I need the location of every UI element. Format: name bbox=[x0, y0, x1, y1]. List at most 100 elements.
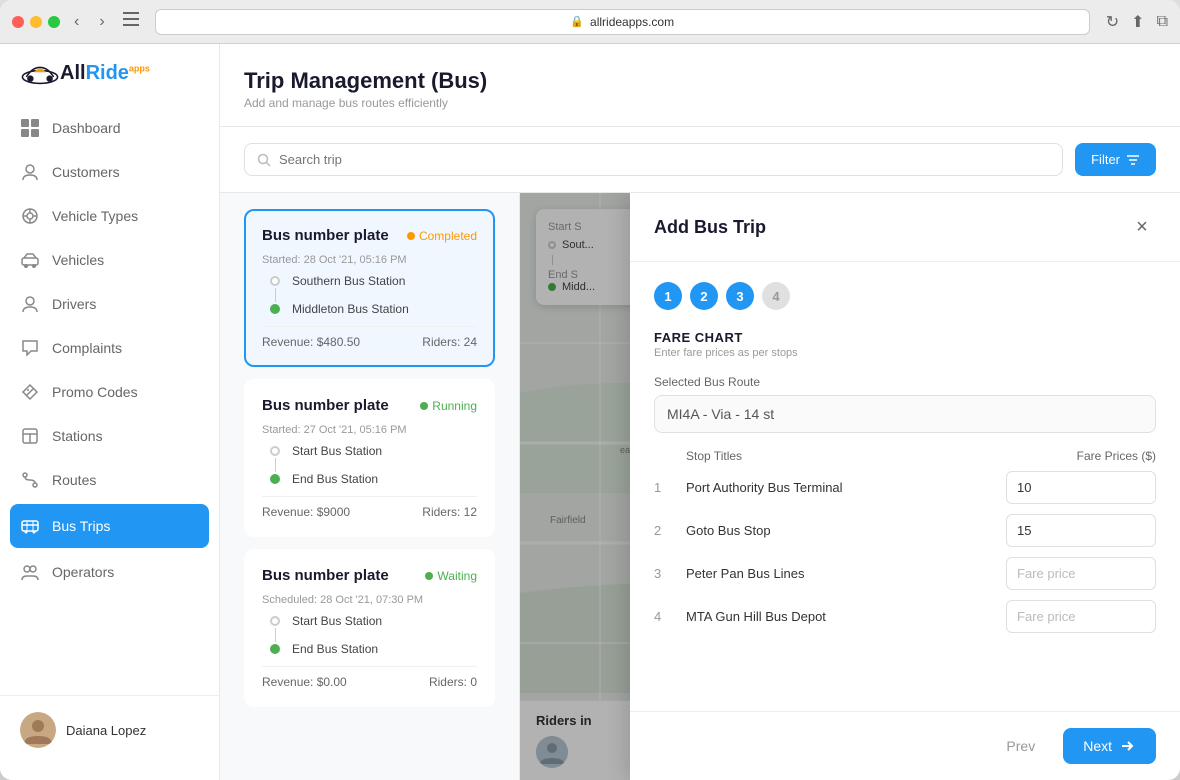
stop-dot-from bbox=[270, 446, 280, 456]
route-input[interactable] bbox=[654, 395, 1156, 433]
sidebar-item-vehicle-types[interactable]: Vehicle Types bbox=[0, 194, 219, 238]
stepper: 1 2 3 4 bbox=[654, 282, 1156, 310]
status-dot bbox=[425, 572, 433, 580]
trip-date: Scheduled: 28 Oct '21, 07:30 PM bbox=[262, 594, 477, 606]
table-row[interactable]: Bus number plate Waiting Scheduled: 28 O… bbox=[244, 549, 495, 707]
trip-route: Southern Bus Station Middleton Bus Stati… bbox=[262, 274, 477, 316]
fare-row-num: 3 bbox=[654, 566, 674, 581]
forward-btn[interactable]: › bbox=[93, 11, 110, 33]
table-row[interactable]: Bus number plate Running Started: 27 Oct… bbox=[244, 379, 495, 537]
trip-plate: Bus number plate bbox=[262, 567, 389, 584]
share-btn[interactable]: ⬆ bbox=[1131, 12, 1144, 32]
fare-price-input[interactable] bbox=[1006, 471, 1156, 504]
fare-price-input[interactable] bbox=[1006, 600, 1156, 633]
step-1[interactable]: 1 bbox=[654, 282, 682, 310]
sidebar-toggle-btn[interactable] bbox=[123, 12, 139, 31]
trip-plate: Bus number plate bbox=[262, 397, 389, 414]
filter-button[interactable]: Filter bbox=[1075, 143, 1156, 176]
fare-col-prices: Fare Prices ($) bbox=[1077, 449, 1156, 463]
sidebar-item-routes[interactable]: Routes bbox=[0, 458, 219, 502]
trip-status: Waiting bbox=[425, 569, 477, 583]
close-window-btn[interactable] bbox=[12, 16, 24, 28]
minimize-window-btn[interactable] bbox=[30, 16, 42, 28]
sidebar-item-vehicles[interactable]: Vehicles bbox=[0, 238, 219, 282]
step-4[interactable]: 4 bbox=[762, 282, 790, 310]
fare-row: 2 Goto Bus Stop bbox=[654, 514, 1156, 547]
stop-dot-to bbox=[270, 474, 280, 484]
sidebar-item-label: Promo Codes bbox=[52, 384, 138, 400]
sidebar-item-complaints[interactable]: Complaints bbox=[0, 326, 219, 370]
fare-row-num: 2 bbox=[654, 523, 674, 538]
prev-button[interactable]: Prev bbox=[990, 728, 1051, 764]
dashboard-icon bbox=[20, 118, 40, 138]
fare-stop-name: MTA Gun Hill Bus Depot bbox=[686, 609, 994, 624]
sidebar-item-label: Operators bbox=[52, 564, 114, 580]
trip-footer: Revenue: $480.50 Riders: 24 bbox=[262, 326, 477, 349]
sidebar-footer: Daiana Lopez bbox=[0, 695, 219, 764]
url-bar: 🔒 allrideapps.com bbox=[155, 9, 1090, 35]
reload-btn[interactable]: ↻ bbox=[1106, 12, 1119, 32]
split-view-btn[interactable]: ⧉ bbox=[1157, 12, 1168, 32]
stop-dot-to bbox=[270, 644, 280, 654]
status-dot bbox=[420, 402, 428, 410]
complaints-icon bbox=[20, 338, 40, 358]
next-arrow-icon bbox=[1120, 738, 1136, 754]
title-bar: ‹ › 🔒 allrideapps.com ↻ ⬆ ⧉ bbox=[0, 0, 1180, 44]
fare-col-stops: Stop Titles bbox=[686, 449, 742, 463]
trip-footer: Revenue: $9000 Riders: 12 bbox=[262, 496, 477, 519]
url-text: allrideapps.com bbox=[590, 15, 674, 29]
stations-icon bbox=[20, 426, 40, 446]
sidebar-item-label: Bus Trips bbox=[52, 518, 110, 534]
trip-date: Started: 28 Oct '21, 05:16 PM bbox=[262, 254, 477, 266]
fare-row-num: 1 bbox=[654, 480, 674, 495]
trip-riders: Riders: 24 bbox=[422, 335, 477, 349]
sidebar-item-promo-codes[interactable]: Promo Codes bbox=[0, 370, 219, 414]
customers-icon bbox=[20, 162, 40, 182]
stop-dot-from bbox=[270, 276, 280, 286]
section-subtitle: Enter fare prices as per stops bbox=[654, 347, 1156, 359]
sidebar-item-label: Complaints bbox=[52, 340, 122, 356]
sidebar-item-operators[interactable]: Operators bbox=[0, 550, 219, 594]
next-button[interactable]: Next bbox=[1063, 728, 1156, 764]
fare-row-num: 4 bbox=[654, 609, 674, 624]
map-section: Fairfield eat Piece Meadows W Start S So… bbox=[520, 193, 1180, 780]
page-subtitle: Add and manage bus routes efficiently bbox=[244, 96, 1156, 110]
fare-price-input[interactable] bbox=[1006, 514, 1156, 547]
modal-title: Add Bus Trip bbox=[654, 217, 766, 238]
fare-row: 3 Peter Pan Bus Lines bbox=[654, 557, 1156, 590]
table-row[interactable]: Bus number plate Completed Started: 28 O… bbox=[244, 209, 495, 367]
sidebar-item-drivers[interactable]: Drivers bbox=[0, 282, 219, 326]
filter-icon bbox=[1126, 153, 1140, 167]
fare-table: 1 Port Authority Bus Terminal 2 Goto Bus… bbox=[654, 471, 1156, 633]
maximize-window-btn[interactable] bbox=[48, 16, 60, 28]
step-2[interactable]: 2 bbox=[690, 282, 718, 310]
sidebar-item-customers[interactable]: Customers bbox=[0, 150, 219, 194]
vehicle-types-icon bbox=[20, 206, 40, 226]
trip-date: Started: 27 Oct '21, 05:16 PM bbox=[262, 424, 477, 436]
search-input[interactable] bbox=[279, 152, 1050, 167]
avatar bbox=[20, 712, 56, 748]
step-3[interactable]: 3 bbox=[726, 282, 754, 310]
close-modal-button[interactable]: × bbox=[1128, 213, 1156, 241]
trip-status: Completed bbox=[407, 229, 477, 243]
modal-body: 1 2 3 4 bbox=[630, 262, 1180, 711]
stop-dot-from bbox=[270, 616, 280, 626]
modal-overlay: Add Bus Trip × 1 2 bbox=[520, 193, 1180, 780]
stop-dot-to bbox=[270, 304, 280, 314]
fare-price-input[interactable] bbox=[1006, 557, 1156, 590]
lock-icon: 🔒 bbox=[570, 15, 584, 28]
vehicles-icon bbox=[20, 250, 40, 270]
sidebar-item-label: Vehicles bbox=[52, 252, 104, 268]
status-dot bbox=[407, 232, 415, 240]
back-btn[interactable]: ‹ bbox=[68, 11, 85, 33]
fare-stop-name: Port Authority Bus Terminal bbox=[686, 480, 994, 495]
drivers-icon bbox=[20, 294, 40, 314]
fare-stop-name: Goto Bus Stop bbox=[686, 523, 994, 538]
sidebar-item-bus-trips[interactable]: Bus Trips bbox=[10, 504, 209, 548]
trips-list: Bus number plate Completed Started: 28 O… bbox=[220, 193, 519, 780]
sidebar-item-label: Dashboard bbox=[52, 120, 121, 136]
sidebar-item-label: Vehicle Types bbox=[52, 208, 138, 224]
sidebar-item-dashboard[interactable]: Dashboard bbox=[0, 106, 219, 150]
sidebar-item-stations[interactable]: Stations bbox=[0, 414, 219, 458]
trip-plate: Bus number plate bbox=[262, 227, 389, 244]
